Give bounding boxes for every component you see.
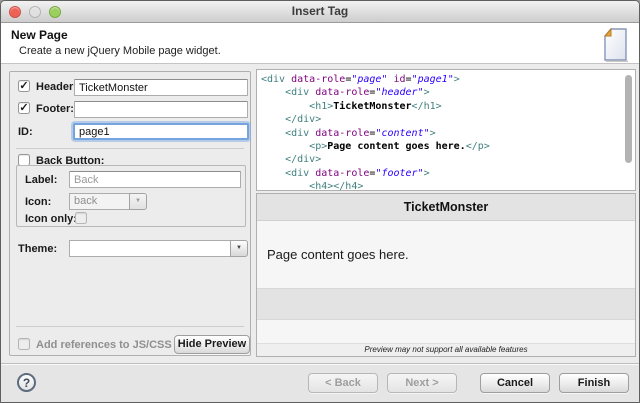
titlebar: Insert Tag: [1, 1, 639, 23]
back-label-input[interactable]: [69, 171, 241, 188]
page-title: New Page: [11, 28, 68, 42]
preview-fill: [257, 320, 635, 343]
checkmark-icon: ✓: [19, 102, 28, 114]
divider: [16, 326, 244, 327]
add-references-label: Add references to JS/CSS: [36, 338, 172, 352]
icon-only-checkbox[interactable]: [75, 212, 87, 224]
dialog-button-bar: ? < Back Next > Cancel Finish: [1, 363, 639, 403]
checkmark-icon: ✓: [19, 80, 28, 92]
scrollbar-thumb[interactable]: [625, 75, 632, 163]
code-content: <div data-role="page" id="page1"> <div d…: [261, 73, 621, 191]
label-field-label: Label:: [25, 173, 57, 187]
preview-page-header: TicketMonster: [257, 194, 635, 221]
minimize-window-button[interactable]: [29, 6, 41, 18]
header-checkbox[interactable]: ✓: [18, 80, 30, 92]
finish-button[interactable]: Finish: [559, 373, 629, 393]
icon-combobox-value: back: [69, 193, 129, 210]
insert-tag-dialog: Insert Tag New Page Create a new jQuery …: [0, 0, 640, 403]
cancel-button[interactable]: Cancel: [480, 373, 550, 393]
help-button[interactable]: ?: [17, 373, 36, 392]
icon-only-label: Icon only:: [25, 212, 77, 226]
id-text-input[interactable]: [73, 123, 249, 140]
preview-note: Preview may not support all available fe…: [257, 343, 635, 356]
preview-page-footer: [257, 288, 635, 320]
window-title: Insert Tag: [1, 1, 639, 22]
page-options-panel: ✓ Header: ✓ Footer: ID: Back Button: Lab…: [9, 71, 251, 356]
footer-checkbox[interactable]: ✓: [18, 102, 30, 114]
back-button-options-group: Label: Icon: back ▼ Icon only:: [16, 165, 246, 227]
footer-text-input[interactable]: [74, 101, 248, 118]
divider: [16, 148, 244, 149]
icon-field-label: Icon:: [25, 195, 51, 209]
next-button[interactable]: Next >: [387, 373, 457, 393]
preview-panel: TicketMonster Page content goes here. Pr…: [256, 193, 636, 357]
theme-combobox-value: [69, 240, 230, 257]
id-label: ID:: [18, 125, 33, 139]
add-references-checkbox[interactable]: [18, 338, 30, 350]
icon-combobox[interactable]: back ▼: [69, 193, 147, 210]
page-subtitle: Create a new jQuery Mobile page widget.: [19, 45, 221, 57]
hide-preview-button[interactable]: Hide Preview: [174, 335, 250, 354]
wizard-banner: New Page Create a new jQuery Mobile page…: [1, 23, 639, 64]
chevron-down-icon[interactable]: ▼: [230, 240, 248, 257]
back-button[interactable]: < Back: [308, 373, 378, 393]
theme-combobox[interactable]: ▼: [69, 240, 248, 257]
footer-label: Footer:: [36, 102, 74, 116]
zoom-window-button[interactable]: [49, 6, 61, 18]
theme-label: Theme:: [18, 242, 57, 256]
new-document-icon: [598, 27, 630, 63]
header-text-input[interactable]: [74, 79, 248, 96]
close-window-button[interactable]: [9, 6, 21, 18]
preview-page-content: Page content goes here.: [257, 221, 635, 288]
code-editor[interactable]: <div data-role="page" id="page1"> <div d…: [256, 69, 636, 191]
header-label: Header:: [36, 80, 77, 94]
chevron-down-icon[interactable]: ▼: [129, 193, 147, 210]
